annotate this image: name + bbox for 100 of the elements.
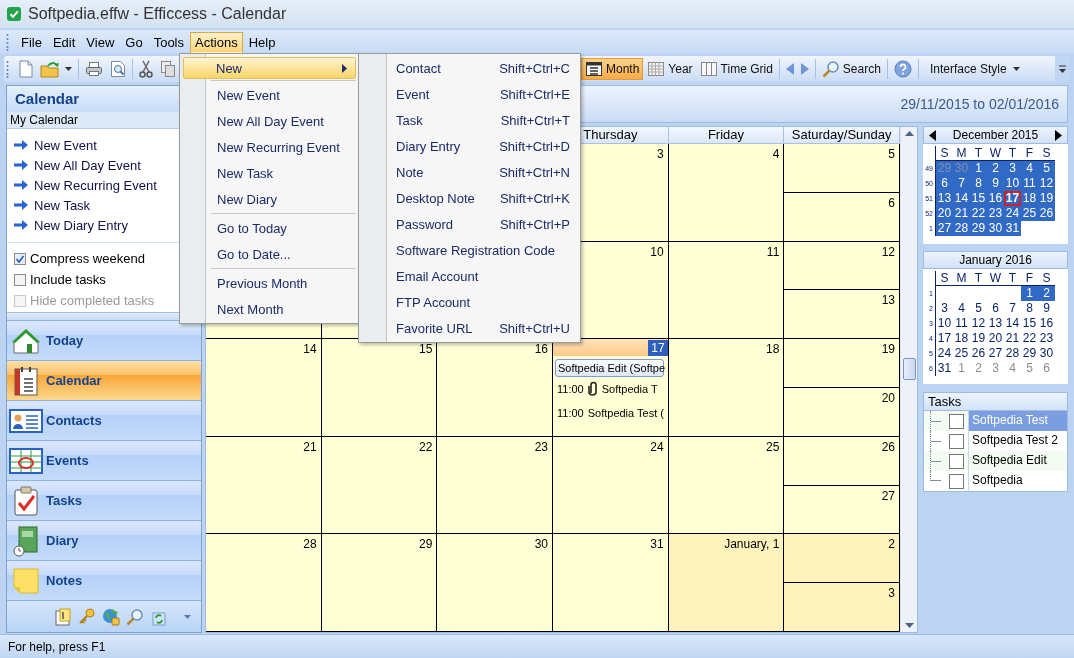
menu-entry[interactable]: Go to Date...	[181, 241, 357, 267]
day-cell[interactable]: 22	[321, 436, 438, 535]
calendar-day[interactable]: 7	[953, 176, 970, 191]
nav-button[interactable]: Contacts	[7, 400, 201, 440]
calendar-day[interactable]: 8	[970, 176, 987, 191]
calendar-day[interactable]: 13	[936, 191, 953, 206]
calendar-day[interactable]: 28	[953, 221, 970, 236]
action-link[interactable]: New Event	[34, 137, 97, 153]
calendar-day[interactable]: 24	[1004, 206, 1021, 221]
calendar-day[interactable]: 13	[987, 316, 1004, 331]
calendar-day[interactable]: 5	[1038, 161, 1055, 176]
calendar-day[interactable]: 15	[1021, 316, 1038, 331]
calendar-day[interactable]: 23	[987, 206, 1004, 221]
day-cell[interactable]: 30	[437, 534, 553, 632]
calendar-day[interactable]: 12	[970, 316, 987, 331]
calendar-day[interactable]: 24	[936, 346, 953, 361]
search-button[interactable]: Search	[818, 58, 884, 80]
action-link[interactable]: New All Day Event	[34, 157, 141, 173]
calendar-day[interactable]: 10	[936, 316, 953, 331]
calendar-day[interactable]: 19	[1038, 191, 1055, 206]
calendar-day[interactable]: 16	[987, 191, 1004, 206]
nav-button[interactable]: Diary	[7, 520, 201, 560]
calendar-day[interactable]: 2	[1038, 286, 1055, 301]
calendar-day[interactable]: 1	[970, 161, 987, 176]
day-cell[interactable]: 17 Softpedia Edit (Softpe 11:00 Softpedia T 11:00 Softpedia Test (	[553, 339, 669, 437]
day-cell[interactable]: 23	[437, 436, 553, 535]
calendar-day[interactable]: 9	[1038, 301, 1055, 316]
menu-entry[interactable]: Contact Shift+Ctrl+C	[360, 55, 579, 81]
menu-entry[interactable]: New Task	[181, 160, 357, 186]
menu-entry[interactable]: Go to Today	[181, 215, 357, 241]
day-cell[interactable]: 2	[784, 534, 899, 584]
calendar-day[interactable]: 2	[987, 161, 1004, 176]
calendar-day[interactable]: 12	[1038, 176, 1055, 191]
calendar-day[interactable]: 11	[1021, 176, 1038, 191]
menu-entry[interactable]: Event Shift+Ctrl+E	[360, 81, 579, 107]
calendar-day[interactable]: 25	[1021, 206, 1038, 221]
calendar-day[interactable]: 1	[1021, 286, 1038, 301]
menu-item[interactable]: Go	[120, 31, 148, 53]
menu-item[interactable]: Edit	[47, 31, 81, 53]
calendar-day[interactable]: 27	[987, 346, 1004, 361]
day-cell[interactable]: 14	[206, 339, 322, 437]
menu-entry[interactable]: New Diary	[181, 186, 357, 212]
menu-entry[interactable]: New	[183, 57, 356, 79]
calendar-day[interactable]: 15	[970, 191, 987, 206]
calendar-day[interactable]: 6	[987, 301, 1004, 316]
view-button[interactable]: Time Grid	[696, 58, 776, 80]
nav-button[interactable]: Tasks	[7, 480, 201, 520]
day-cell[interactable]: 4	[668, 144, 785, 242]
calendar-day[interactable]: 29	[1021, 346, 1038, 361]
day-cell[interactable]: 29	[321, 534, 438, 632]
calendar-day[interactable]: 31	[1004, 221, 1021, 236]
event-title[interactable]: Softpedia T	[601, 383, 658, 396]
calendar-day[interactable]: 30	[1038, 346, 1055, 361]
menu-item[interactable]: Help	[243, 31, 281, 53]
calendar-day[interactable]: 25	[953, 346, 970, 361]
menu-item[interactable]: Tools	[148, 31, 189, 53]
menu-entry[interactable]: Previous Month	[181, 270, 357, 296]
day-cell[interactable]: 28	[206, 534, 322, 632]
calendar-day[interactable]: 17	[1004, 191, 1021, 206]
calendar-day[interactable]: 6	[1038, 361, 1055, 376]
calendar-day[interactable]: 19	[970, 331, 987, 346]
calendar-day[interactable]: 20	[987, 331, 1004, 346]
calendar-day[interactable]: 10	[1004, 176, 1021, 191]
calendar-day[interactable]: 5	[1021, 361, 1038, 376]
calendar-day[interactable]: 29	[970, 221, 987, 236]
calendar-day[interactable]: 6	[936, 176, 953, 191]
calendar-day[interactable]: 14	[1004, 316, 1021, 331]
calendar-day[interactable]: 2	[970, 361, 987, 376]
event-bar[interactable]: Softpedia Edit (Softpe	[555, 359, 664, 378]
calendar-day[interactable]: 3	[987, 361, 1004, 376]
calendar-day[interactable]: 4	[953, 301, 970, 316]
nav-button[interactable]: Events	[7, 440, 201, 480]
day-cell[interactable]: 15	[321, 339, 438, 437]
view-button[interactable]: Year	[644, 58, 696, 80]
calendar-day[interactable]: 4	[1021, 161, 1038, 176]
calendar-day[interactable]: 27	[936, 221, 953, 236]
day-cell[interactable]: 21	[206, 436, 322, 535]
day-cell[interactable]: 24	[553, 436, 669, 535]
action-link[interactable]: New Diary Entry	[34, 217, 128, 233]
calendar-day[interactable]: 20	[936, 206, 953, 221]
nav-button[interactable]: Today	[7, 320, 201, 360]
calendar-day[interactable]: 5	[970, 301, 987, 316]
calendar-day[interactable]: 11	[953, 316, 970, 331]
calendar-day[interactable]: 18	[953, 331, 970, 346]
day-cell[interactable]: 31	[553, 534, 669, 632]
calendar-day[interactable]: 8	[1021, 301, 1038, 316]
menu-item[interactable]: File	[16, 31, 47, 53]
calendar-day[interactable]: 26	[1038, 206, 1055, 221]
calendar-day[interactable]: 30	[987, 221, 1004, 236]
calendar-day[interactable]: 18	[1021, 191, 1038, 206]
calendar-day[interactable]: 14	[953, 191, 970, 206]
calendar-day[interactable]: 9	[987, 176, 1004, 191]
calendar-day[interactable]: 3	[936, 301, 953, 316]
day-cell[interactable]: 25	[668, 436, 785, 535]
action-link[interactable]: New Recurring Event	[34, 177, 157, 193]
day-cell[interactable]: January, 1	[668, 534, 785, 632]
event-title[interactable]: Softpedia Test (	[587, 407, 664, 420]
menu-entry[interactable]: Next Month	[181, 296, 357, 322]
calendar-day[interactable]: 28	[1004, 346, 1021, 361]
action-link[interactable]: New Task	[34, 197, 91, 213]
